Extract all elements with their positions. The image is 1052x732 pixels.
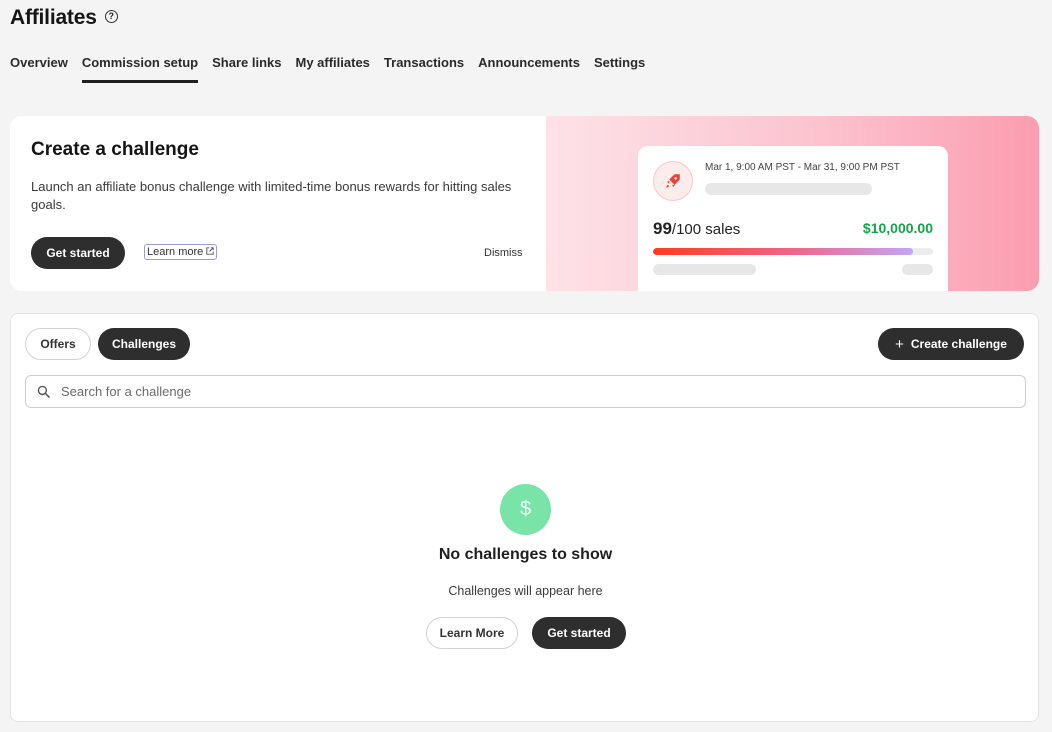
preview-progress-bar: [653, 248, 933, 255]
dollar-icon: $: [500, 484, 551, 535]
preview-sales-count: 99/100 sales: [653, 219, 741, 238]
learn-more-label: Learn more: [147, 246, 204, 258]
promo-dismiss-button[interactable]: Dismiss: [484, 247, 523, 259]
empty-get-started-button[interactable]: Get started: [532, 617, 626, 649]
promo-content: Create a challenge Launch an affiliate b…: [10, 116, 546, 291]
preview-placeholder-chip: [902, 264, 933, 275]
preview-placeholder-line: [705, 183, 872, 195]
tab-settings[interactable]: Settings: [594, 55, 645, 83]
tab-overview[interactable]: Overview: [10, 55, 68, 83]
promo-title: Create a challenge: [31, 139, 199, 160]
tab-transactions[interactable]: Transactions: [384, 55, 464, 83]
preview-date-range: Mar 1, 9:00 AM PST - Mar 31, 9:00 PM PST: [705, 162, 900, 173]
challenge-search-input[interactable]: [61, 384, 961, 399]
tab-announcements[interactable]: Announcements: [478, 55, 580, 83]
filter-challenges-button[interactable]: Challenges: [98, 328, 190, 360]
challenge-preview-card: Mar 1, 9:00 AM PST - Mar 31, 9:00 PM PST…: [638, 146, 948, 291]
external-link-icon: [206, 247, 214, 257]
promo-illustration: Mar 1, 9:00 AM PST - Mar 31, 9:00 PM PST…: [546, 116, 1039, 291]
tab-bar: Overview Commission setup Share links My…: [10, 55, 645, 83]
promo-learn-more-link[interactable]: Learn more: [144, 244, 218, 260]
plus-icon: +: [895, 335, 904, 353]
search-icon: [37, 385, 50, 398]
promo-get-started-button[interactable]: Get started: [31, 237, 125, 269]
create-challenge-button[interactable]: + Create challenge: [878, 328, 1024, 360]
preview-progress-fill: [653, 248, 914, 255]
create-challenge-label: Create challenge: [910, 337, 1007, 351]
tab-my-affiliates[interactable]: My affiliates: [296, 55, 370, 83]
help-circle-icon[interactable]: ?: [104, 9, 118, 23]
preview-bonus-amount: $10,000.00: [862, 220, 933, 236]
empty-learn-more-button[interactable]: Learn More: [426, 617, 518, 649]
empty-state-subtitle: Challenges will appear here: [448, 584, 603, 598]
challenge-promo-banner: Create a challenge Launch an affiliate b…: [10, 116, 1039, 291]
preview-placeholder-line: [653, 264, 756, 275]
promo-description: Launch an affiliate bonus challenge with…: [31, 179, 512, 212]
challenge-search-box[interactable]: [25, 375, 1026, 408]
filter-offers-button[interactable]: Offers: [25, 328, 91, 360]
page-header: Affiliates ?: [10, 6, 118, 30]
rocket-icon: [653, 161, 693, 201]
challenges-panel: Offers Challenges + Create challenge $ N…: [10, 313, 1039, 722]
tab-commission-setup[interactable]: Commission setup: [81, 55, 199, 83]
page-title: Affiliates: [10, 6, 97, 29]
tab-share-links[interactable]: Share links: [212, 55, 281, 83]
empty-state-title: No challenges to show: [438, 546, 613, 563]
